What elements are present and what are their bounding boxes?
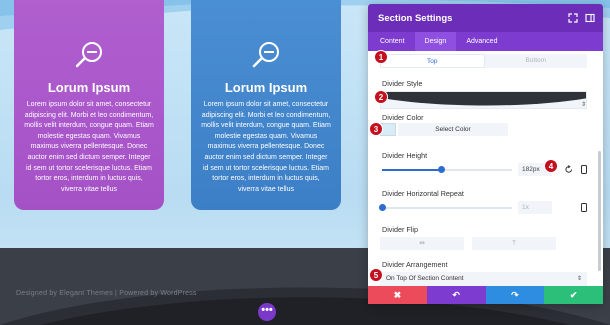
- undo-button[interactable]: ↶: [426, 286, 486, 304]
- settings-body: Top Bottom Divider Style ⇕ Divider Color…: [368, 51, 603, 288]
- divider-position-toggle: Top Bottom: [380, 54, 587, 68]
- step-marker-3: 3: [369, 122, 383, 136]
- panel-header: Section Settings: [368, 4, 603, 32]
- more-options-button[interactable]: •••: [258, 303, 276, 321]
- responsive-icon[interactable]: [580, 203, 588, 212]
- arrangement-value: On Top Of Section Content: [386, 275, 464, 282]
- feature-card-purple: Lorum Ipsum Lorem ipsum dolor sit amet, …: [14, 0, 164, 210]
- step-marker-2: 2: [374, 90, 388, 104]
- divider-style-label: Divider Style: [382, 79, 423, 88]
- divider-flip-label: Divider Flip: [382, 225, 418, 234]
- settings-tabs: Content Design Advanced: [368, 32, 603, 51]
- divider-color-label: Divider Color: [382, 113, 424, 122]
- discard-button[interactable]: ✖: [368, 286, 427, 304]
- select-color-button[interactable]: Select Color: [398, 123, 508, 136]
- panel-scrollbar[interactable]: [598, 151, 601, 271]
- sidebar-toggle-icon[interactable]: [585, 13, 595, 23]
- card-title: Lorum Ipsum: [47, 80, 131, 95]
- svg-text:⇕: ⇕: [581, 101, 586, 108]
- tab-design[interactable]: Design: [414, 32, 457, 51]
- divider-repeat-label: Divider Horizontal Repeat: [382, 189, 464, 198]
- panel-title: Section Settings: [378, 12, 453, 24]
- panel-footer-actions: ✖ ↶ ↷ ✔: [368, 286, 603, 304]
- divider-height-label: Divider Height: [382, 151, 428, 160]
- search-icon: [252, 42, 279, 68]
- tab-content[interactable]: Content: [370, 32, 415, 51]
- flip-vertical-button[interactable]: ⤒: [472, 237, 556, 250]
- slider-fill: [382, 169, 441, 171]
- search-icon: [75, 42, 102, 68]
- expand-icon[interactable]: [568, 13, 578, 23]
- position-bottom-option[interactable]: Bottom: [484, 54, 587, 68]
- step-marker-1: 1: [374, 50, 388, 64]
- divider-arrangement-select[interactable]: On Top Of Section Content ⇕: [380, 272, 587, 286]
- card-text: Lorem ipsum dolor sit amet, consectetur …: [201, 101, 331, 193]
- curve-divider-preview: ⇕: [381, 92, 586, 108]
- footer-credits: Designed by Elegant Themes | Powered by …: [16, 290, 197, 297]
- tab-advanced[interactable]: Advanced: [456, 32, 507, 51]
- reset-icon[interactable]: [565, 165, 573, 174]
- card-text: Lorem ipsum dolor sit amet, consectetur …: [24, 101, 154, 193]
- save-button[interactable]: ✔: [544, 286, 603, 304]
- step-marker-5: 5: [369, 268, 383, 282]
- slider-knob[interactable]: [437, 166, 445, 173]
- flip-horizontal-button[interactable]: ⇹: [380, 237, 464, 250]
- position-top-option[interactable]: Top: [380, 54, 485, 68]
- divider-height-slider[interactable]: [382, 166, 512, 173]
- responsive-icon[interactable]: [580, 165, 588, 174]
- divider-arrangement-label: Divider Arrangement: [382, 260, 448, 269]
- feature-card-blue: Lorum Ipsum Lorem ipsum dolor sit amet, …: [191, 0, 341, 210]
- slider-knob[interactable]: [379, 204, 386, 211]
- chevron-updown-icon: ⇕: [576, 276, 582, 282]
- divider-repeat-value[interactable]: 1x: [518, 201, 552, 214]
- section-settings-panel: Section Settings Content Design Advanced…: [368, 4, 603, 304]
- redo-button[interactable]: ↷: [485, 286, 545, 304]
- divider-style-select[interactable]: ⇕: [380, 91, 587, 109]
- step-marker-4: 4: [544, 159, 558, 173]
- card-title: Lorum Ipsum: [224, 80, 308, 95]
- divider-repeat-slider[interactable]: [379, 204, 512, 211]
